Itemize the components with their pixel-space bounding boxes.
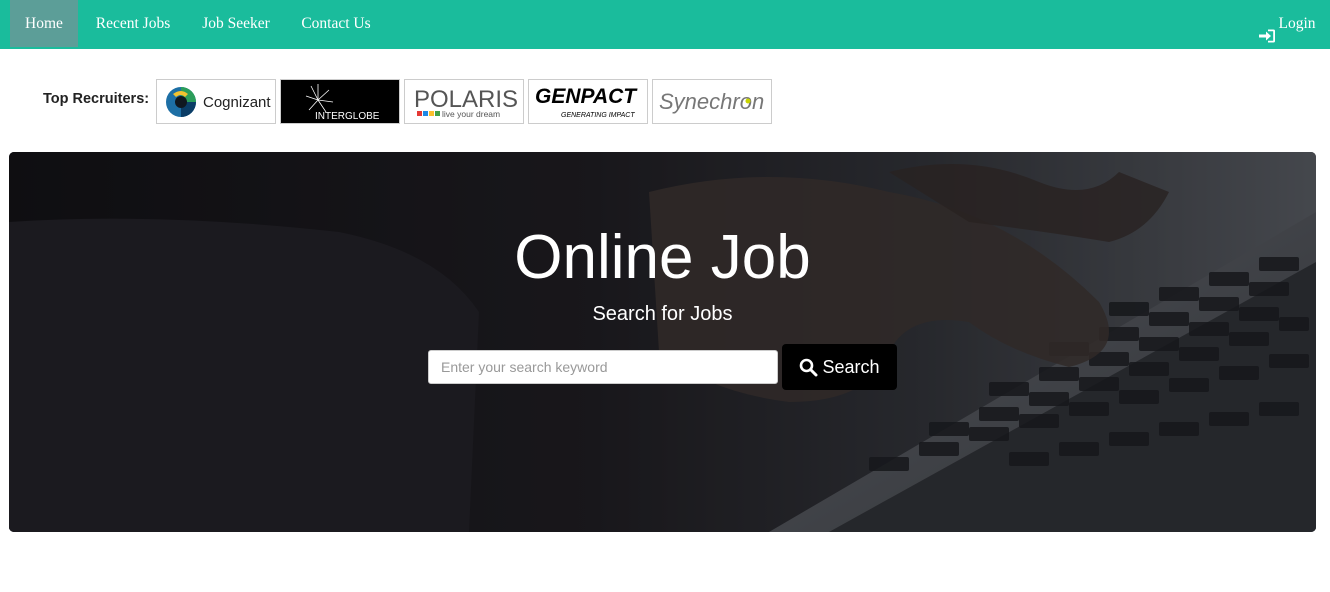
navbar: Home Recent Jobs Job Seeker Contact Us L…: [0, 0, 1330, 49]
nav-recent-jobs[interactable]: Recent Jobs: [84, 0, 182, 47]
genpact-text: GENPACT: [535, 85, 638, 108]
nav-home[interactable]: Home: [10, 0, 78, 47]
hero-banner: Online Job Search for Jobs Search: [9, 152, 1316, 532]
polaris-tagline: live your dream: [442, 109, 500, 119]
search-button[interactable]: Search: [782, 344, 897, 390]
login-label: Login: [1278, 15, 1316, 32]
synechron-logo[interactable]: Synechron: [652, 79, 772, 124]
genpact-logo[interactable]: GENPACT GENERATING IMPACT: [528, 79, 648, 124]
hero-title: Online Job: [514, 223, 811, 292]
nav-contact-us[interactable]: Contact Us: [290, 0, 382, 47]
polaris-logo[interactable]: POLARIS live your dream: [404, 79, 524, 124]
cognizant-logo[interactable]: Cognizant: [156, 79, 276, 124]
nav-job-seeker[interactable]: Job Seeker: [192, 0, 280, 47]
login-link[interactable]: Login: [1254, 0, 1320, 47]
hero-subtitle: Search for Jobs: [592, 303, 733, 325]
search-icon: [799, 358, 818, 377]
genpact-tagline: GENERATING IMPACT: [561, 112, 635, 119]
interglobe-logo[interactable]: INTERGLOBE: [280, 79, 400, 124]
search-button-label: Search: [822, 356, 880, 377]
top-recruiters-label: Top Recruiters:: [43, 91, 150, 107]
search-input[interactable]: [428, 350, 778, 384]
hero-background-image: [9, 152, 1316, 532]
interglobe-text: INTERGLOBE: [315, 111, 380, 122]
cognizant-text: Cognizant: [203, 94, 271, 111]
sign-in-icon: [1258, 16, 1276, 42]
